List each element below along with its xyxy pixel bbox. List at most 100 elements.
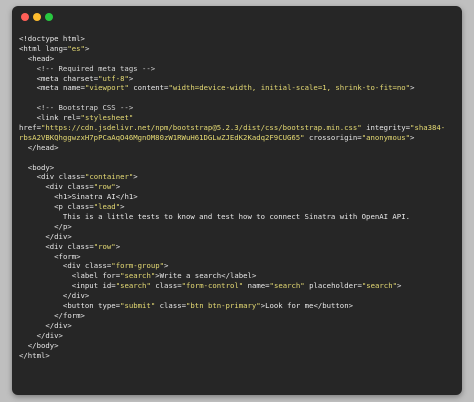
code-token: This is a little tests to know and test … xyxy=(19,212,410,222)
code-token: </ xyxy=(19,142,37,152)
code-token: class xyxy=(155,281,178,291)
code-token: placeholder xyxy=(309,281,358,291)
code-token: div xyxy=(67,261,81,271)
code-token: "submit" xyxy=(120,301,156,311)
code-token: "es" xyxy=(67,43,85,53)
code-token: > xyxy=(45,350,50,360)
code-token: Look for me xyxy=(265,301,314,311)
code-line: <div class="row"> xyxy=(19,242,458,252)
code-token: div xyxy=(54,231,68,241)
code-token: > xyxy=(120,202,125,212)
close-window-button[interactable] xyxy=(21,13,29,21)
code-token: class xyxy=(67,241,90,251)
code-token: > xyxy=(133,192,138,202)
code-token: meta xyxy=(40,83,59,93)
code-token: integrity xyxy=(366,123,406,133)
code-token: content xyxy=(133,83,165,93)
code-line: This is a little tests to know and test … xyxy=(19,212,458,222)
code-token: </ xyxy=(19,291,72,301)
code-token: div xyxy=(49,182,63,192)
code-token: link xyxy=(40,113,59,123)
code-token: charset xyxy=(62,73,94,83)
code-token: head xyxy=(36,142,55,152)
code-token: button xyxy=(322,301,349,311)
code-token: </ xyxy=(19,221,63,231)
code-token: div xyxy=(45,330,59,340)
code-token: class xyxy=(84,261,107,271)
code-token: body xyxy=(32,162,50,172)
code-token: </ xyxy=(19,231,55,241)
code-line: </div> xyxy=(19,232,458,242)
code-token: class xyxy=(58,172,81,182)
code-token: > xyxy=(410,83,415,93)
code-token: </ xyxy=(19,330,46,340)
code-token: "form-control" xyxy=(181,281,244,291)
code-token: class xyxy=(159,301,182,311)
code-token: > xyxy=(67,231,72,241)
code-line: </p> xyxy=(19,222,458,232)
code-line: <meta name="viewport" content="width=dev… xyxy=(19,83,458,93)
code-token: > xyxy=(76,251,81,261)
code-token: < xyxy=(19,241,50,251)
code-token: body xyxy=(36,340,55,350)
code-token: name xyxy=(62,83,81,93)
code-token: class xyxy=(67,182,90,192)
code-token: > xyxy=(84,291,90,301)
code-token: < xyxy=(19,192,59,202)
code-token: label xyxy=(229,271,252,281)
code-token: "sha384- xyxy=(410,123,446,133)
code-line: </div> xyxy=(19,321,458,331)
code-token: "btn btn-primary" xyxy=(186,301,261,311)
code-token: meta xyxy=(40,73,59,83)
code-token: label xyxy=(76,271,99,281)
code-token: div xyxy=(71,291,85,301)
code-token: for xyxy=(102,271,116,281)
code-token: div xyxy=(49,241,63,251)
code-token: "container" xyxy=(84,172,134,182)
code-line: </head> xyxy=(19,143,458,153)
code-token: "stylesheet" xyxy=(80,113,134,123)
code-token: Write a search xyxy=(159,271,222,281)
code-token: < xyxy=(19,53,33,63)
code-line: </div> xyxy=(19,331,458,341)
code-token: < xyxy=(19,162,33,172)
code-line: rbsA2VBKQhggwzxH7pPCaAqO46MgnOM80zW1RWuH… xyxy=(19,133,458,143)
code-line: <!-- Required meta tags --> xyxy=(19,64,458,74)
code-token: > xyxy=(164,261,169,271)
code-line: <link rel="stylesheet" xyxy=(19,113,458,123)
code-token: </ xyxy=(19,350,28,360)
code-token: > xyxy=(67,221,72,231)
code-token: < xyxy=(19,182,50,192)
code-token: < xyxy=(19,281,77,291)
code-token: class xyxy=(67,202,90,212)
code-token: </ xyxy=(221,271,230,281)
code-token: < xyxy=(19,113,41,123)
code-token: form xyxy=(58,251,77,261)
code-token: > xyxy=(54,340,59,350)
code-token: > xyxy=(115,182,121,192)
code-line: <head> xyxy=(19,54,458,64)
code-token: < xyxy=(19,251,59,261)
code-line: <html lang="es"> xyxy=(19,44,458,54)
code-token: > xyxy=(128,73,134,83)
code-token: "form-group" xyxy=(111,261,165,271)
code-token: name xyxy=(247,281,266,291)
code-token: div xyxy=(54,320,68,330)
minimize-window-button[interactable] xyxy=(33,13,41,21)
code-token: input xyxy=(76,281,99,291)
code-line: <input id="search" class="form-control" … xyxy=(19,281,458,291)
code-line: <h1>Sinatra AI</h1> xyxy=(19,192,458,202)
code-token: Sinatra AI xyxy=(71,192,116,202)
code-token: "anonymous" xyxy=(361,132,411,142)
code-token: type xyxy=(98,301,116,311)
code-token: "lead" xyxy=(93,202,121,212)
maximize-window-button[interactable] xyxy=(45,13,53,21)
code-line: <body> xyxy=(19,163,458,173)
code-token: < xyxy=(19,261,68,271)
code-line: </body> xyxy=(19,341,458,351)
code-token: > xyxy=(84,43,90,53)
code-token: id xyxy=(102,281,112,291)
code-token: div xyxy=(40,172,55,182)
